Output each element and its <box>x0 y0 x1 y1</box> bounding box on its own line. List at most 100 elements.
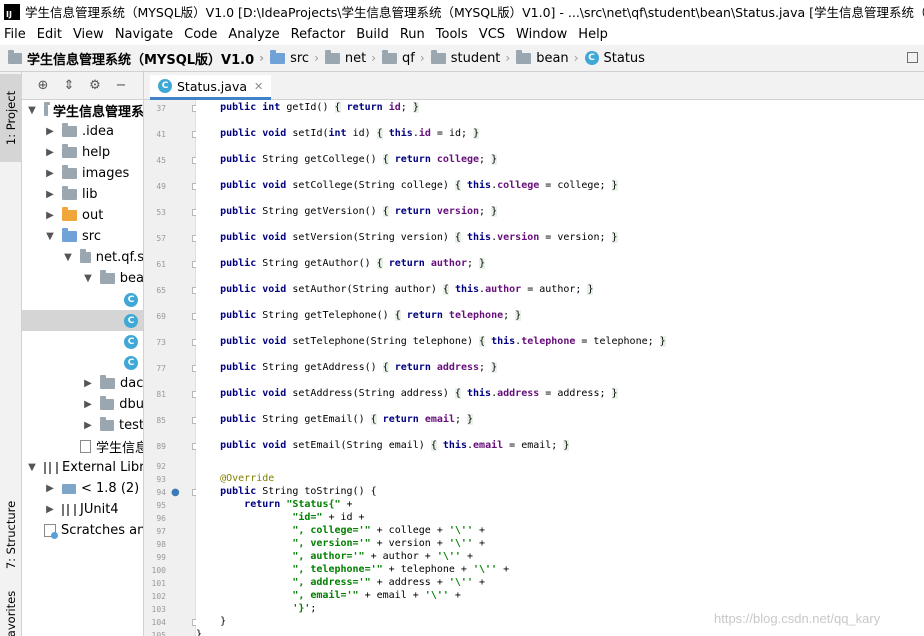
breadcrumb-project-label: 学生信息管理系统（MYSQL版）V1.0 <box>27 52 255 68</box>
tree-item-idea[interactable]: ▶ .idea <box>22 121 143 142</box>
tree-item-class-selected[interactable]: C <box>22 310 143 331</box>
collapse-all-icon[interactable]: ⇕ <box>62 78 76 93</box>
tree-item-junit[interactable]: ▶ JUnit4 <box>22 499 143 520</box>
menu-file[interactable]: File <box>4 27 26 42</box>
chevron-right-icon[interactable]: ▶ <box>82 378 94 389</box>
package-icon <box>100 270 115 284</box>
tool-window-project-label: 1: Project <box>4 90 19 146</box>
tool-window-project[interactable]: 1: Project <box>0 74 22 162</box>
code-line: } <box>196 616 227 627</box>
close-icon[interactable]: ✕ <box>254 80 263 93</box>
tree-item-images[interactable]: ▶ images <box>22 163 143 184</box>
chevron-right-icon[interactable]: ▶ <box>44 126 56 137</box>
menu-code[interactable]: Code <box>184 27 217 42</box>
tree-item-help[interactable]: ▶ help <box>22 142 143 163</box>
locate-icon[interactable]: ⊕ <box>36 78 50 93</box>
code-line: ", telephone='" + telephone + '\'' + <box>292 564 510 575</box>
menu-navigate[interactable]: Navigate <box>115 27 173 42</box>
code-line: public int getId() { return id; } <box>220 102 419 113</box>
chevron-right-icon[interactable]: ▶ <box>44 483 56 494</box>
breadcrumb-net-label: net <box>344 50 367 66</box>
menu-help[interactable]: Help <box>578 27 608 42</box>
chevron-right-icon[interactable]: ▶ <box>44 504 56 515</box>
code-line: public String getVersion() { return vers… <box>220 206 498 217</box>
settings-gear-icon[interactable]: ⚙ <box>88 78 102 93</box>
code-line: public void setVersion(String version) {… <box>220 232 618 243</box>
tool-window-structure[interactable]: 7: Structure <box>0 490 22 580</box>
breadcrumb-bean[interactable]: bean › <box>516 49 582 66</box>
chevron-down-icon[interactable]: ▼ <box>26 105 38 116</box>
tree-item-label: JUnit4 <box>80 502 119 517</box>
menu-analyze[interactable]: Analyze <box>228 27 279 42</box>
chevron-right-icon[interactable]: ▶ <box>82 399 94 410</box>
line-number: 96 <box>156 514 166 523</box>
chevron-right-icon[interactable]: ▶ <box>44 189 56 200</box>
tree-item-dbutil[interactable]: ▶ dbu <box>22 394 143 415</box>
tree-item-class[interactable]: C c <box>22 289 143 310</box>
hide-icon[interactable]: − <box>114 78 128 93</box>
chevron-right-icon[interactable]: ▶ <box>82 420 94 431</box>
menu-build[interactable]: Build <box>356 27 389 42</box>
class-icon: C <box>124 292 138 307</box>
chevron-right-icon[interactable]: ▶ <box>44 168 56 179</box>
chevron-down-icon[interactable]: ▼ <box>26 462 38 473</box>
tree-item-label: 学生信息管理系 <box>52 105 144 120</box>
breadcrumb-net[interactable]: net › <box>324 49 380 66</box>
tree-item-class[interactable]: C <box>22 352 143 373</box>
code-editor[interactable]: public int getId() { return id; } public… <box>196 100 924 636</box>
tool-window-favorites-label: avorites <box>4 590 19 636</box>
line-number: 65 <box>156 286 166 295</box>
tree-item-root[interactable]: ▼ 学生信息管理系 <box>22 100 144 121</box>
library-icon <box>62 503 76 516</box>
tab-status-java[interactable]: C Status.java ✕ <box>150 75 272 100</box>
tool-window-favorites[interactable]: avorites <box>0 590 22 636</box>
package-icon <box>80 249 91 263</box>
breadcrumb-src[interactable]: src › <box>270 49 323 66</box>
tree-item-bean[interactable]: ▼ bea <box>22 268 144 289</box>
code-line: "id=" + id + <box>292 512 365 523</box>
breadcrumb-project[interactable]: 学生信息管理系统（MYSQL版）V1.0 › <box>8 49 268 68</box>
line-number: 94 <box>156 488 166 497</box>
menu-edit[interactable]: Edit <box>37 27 62 42</box>
line-number: 57 <box>156 234 166 243</box>
project-panel-toolbar: ⊕ ⇕ ⚙ − <box>22 72 143 100</box>
breadcrumb-status[interactable]: C Status <box>584 51 645 66</box>
tree-item-jdk[interactable]: ▶ < 1.8 (2) > <box>22 478 143 499</box>
package-icon <box>100 375 115 389</box>
breadcrumb-src-label: src <box>290 50 310 66</box>
tree-item-class[interactable]: C <box>22 331 143 352</box>
tree-item-test[interactable]: ▶ test <box>22 415 143 436</box>
tree-item-iml[interactable]: ▶ 学生信息管 <box>22 436 143 457</box>
tree-item-scratches[interactable]: ▶ Scratches and <box>22 520 143 541</box>
menu-view[interactable]: View <box>73 27 104 42</box>
chevron-down-icon[interactable]: ▼ <box>82 273 94 284</box>
tree-item-label: bea <box>119 271 144 286</box>
tree-item-package[interactable]: ▼ net.qf.s <box>22 247 143 268</box>
line-number: 100 <box>151 566 166 575</box>
chevron-right-icon[interactable]: ▶ <box>44 147 56 158</box>
menu-window[interactable]: Window <box>516 27 567 42</box>
line-number: 69 <box>156 312 166 321</box>
override-method-icon[interactable]: ● <box>171 488 180 498</box>
menu-tools[interactable]: Tools <box>436 27 468 42</box>
tree-item-lib[interactable]: ▶ lib <box>22 184 143 205</box>
restore-window-icon[interactable] <box>907 52 918 63</box>
code-line: public void setId(int id) { this.id = id… <box>220 128 480 139</box>
tree-item-external-libraries[interactable]: ▼ External Librar <box>22 457 143 478</box>
class-icon: C <box>124 313 138 328</box>
breadcrumb-student[interactable]: student › <box>430 49 515 66</box>
line-number: 101 <box>151 579 166 588</box>
breadcrumb-qf[interactable]: qf › <box>382 49 429 66</box>
left-tool-strip: 1: Project 7: Structure avorites <box>0 72 22 636</box>
tree-item-src[interactable]: ▼ src <box>22 226 143 247</box>
chevron-down-icon[interactable]: ▼ <box>44 231 56 242</box>
tree-item-out[interactable]: ▶ out <box>22 205 143 226</box>
chevron-right-icon: › <box>314 51 319 65</box>
chevron-down-icon[interactable]: ▼ <box>62 252 74 263</box>
menu-vcs[interactable]: VCS <box>479 27 505 42</box>
menu-refactor[interactable]: Refactor <box>291 27 346 42</box>
menu-run[interactable]: Run <box>400 27 425 42</box>
tree-item-dao[interactable]: ▶ dac <box>22 373 143 394</box>
chevron-right-icon[interactable]: ▶ <box>44 210 56 221</box>
watermark-text: https://blog.csdn.net/qq_kary <box>714 611 881 626</box>
